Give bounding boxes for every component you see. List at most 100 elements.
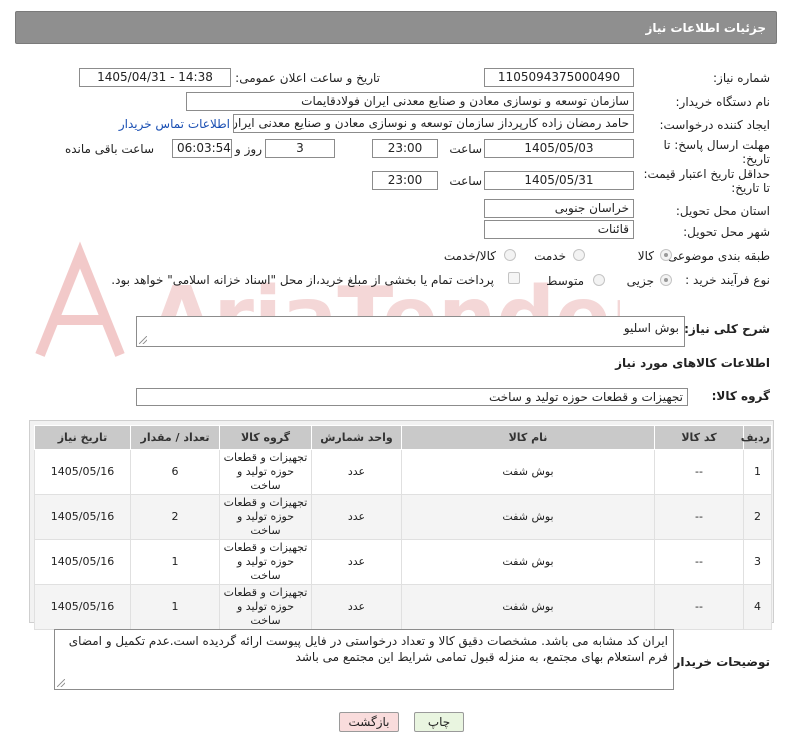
resize-grip-icon[interactable] [57,679,65,687]
deadline-date-field: 1405/05/03 [484,139,634,158]
cell-unit: عدد [311,449,402,495]
cell-qty: 2 [130,494,220,540]
table-row: 1 -- بوش شفت عدد تجهیزات و قطعات حوزه تو… [34,449,772,495]
resize-grip-icon[interactable] [139,336,147,344]
cell-qty: 1 [130,539,220,585]
category-service-radio[interactable] [573,249,585,261]
col-header-group: گروه کالا [219,425,312,450]
buyer-field: سازمان توسعه و نوسازی معادن و صنایع معدن… [186,92,634,111]
cell-group: تجهیزات و قطعات حوزه تولید و ساخت [219,494,312,540]
creator-label: ایجاد کننده درخواست: [659,118,770,132]
back-button[interactable]: بازگشت [339,712,399,732]
col-header-name: نام کالا [401,425,655,450]
min-price-label-1: حداقل تاریخ اعتبار قیمت: [643,167,770,181]
category-both-label: کالا/خدمت [443,249,496,263]
cell-row: 3 [743,539,772,585]
min-price-label-2: تا تاریخ: [731,181,770,195]
days-field: 3 [265,139,335,158]
category-both-radio[interactable] [504,249,516,261]
table-row: 2 -- بوش شفت عدد تجهیزات و قطعات حوزه تو… [34,494,772,540]
category-goods-label: کالا [637,249,654,263]
cell-row: 2 [743,494,772,540]
cell-row: 1 [743,449,772,495]
treasury-note: پرداخت تمام یا بخشی از مبلغ خرید،از محل … [111,273,494,287]
deadline-time-field: 23:00 [372,139,438,158]
goods-table-container: ردیف کد کالا نام کالا واحد شمارش گروه کا… [29,420,774,630]
category-service-label: خدمت [534,249,566,263]
col-header-qty: تعداد / مقدار [130,425,220,450]
cell-code: -- [654,584,744,630]
creator-field: حامد رمضان زاده کارپرداز سازمان توسعه و … [233,114,634,133]
print-button[interactable]: چاپ [414,712,464,732]
process-medium-label: متوسط [546,274,584,288]
buyer-contact-link[interactable]: اطلاعات تماس خریدار [119,117,230,131]
process-medium-radio[interactable] [593,274,605,286]
watermark-logo: AriaTender.neT [35,241,620,365]
table-row: 4 -- بوش شفت عدد تجهیزات و قطعات حوزه تو… [34,584,772,630]
col-header-unit: واحد شمارش [311,425,402,450]
days-label: روز و [235,142,262,156]
cell-date: 1405/05/16 [34,584,131,630]
summary-text: بوش اسلیو [623,321,679,335]
cell-group: تجهیزات و قطعات حوزه تولید و ساخت [219,449,312,495]
cell-group: تجهیزات و قطعات حوزه تولید و ساخت [219,584,312,630]
summary-textarea[interactable]: بوش اسلیو [136,316,685,347]
process-label: نوع فرآیند خرید : [685,273,770,287]
province-label: استان محل تحویل: [675,204,770,218]
col-header-date: تاریخ نیاز [34,425,131,450]
cell-name: بوش شفت [401,449,655,495]
deadline-time-label: ساعت [449,142,482,156]
cell-date: 1405/05/16 [34,494,131,540]
need-number-label: شماره نیاز: [713,71,770,85]
city-label: شهر محل تحویل: [683,225,770,239]
city-field: قائنات [484,220,634,239]
remaining-label: ساعت باقی مانده [64,142,154,156]
buyer-notes-textarea[interactable]: ایران کد مشابه می باشد. مشخصات دقیق کالا… [54,629,674,690]
buyer-notes-label: توضیحات خریدار: [668,655,770,669]
goods-group-field: تجهیزات و قطعات حوزه تولید و ساخت [136,388,688,406]
need-number-field: 1105094375000490 [484,68,634,87]
cell-group: تجهیزات و قطعات حوزه تولید و ساخت [219,539,312,585]
cell-qty: 6 [130,449,220,495]
cell-code: -- [654,449,744,495]
cell-code: -- [654,494,744,540]
buyer-notes-text: ایران کد مشابه می باشد. مشخصات دقیق کالا… [68,634,668,664]
treasury-checkbox[interactable] [508,272,520,284]
cell-row: 4 [743,584,772,630]
table-row: 3 -- بوش شفت عدد تجهیزات و قطعات حوزه تو… [34,539,772,585]
cell-code: -- [654,539,744,585]
cell-unit: عدد [311,539,402,585]
goods-group-label: گروه کالا: [711,389,770,403]
cell-date: 1405/05/16 [34,539,131,585]
category-label: طبقه بندی موضوعی: [663,249,770,263]
category-goods-radio[interactable] [660,249,672,261]
summary-label: شرح کلی نیاز: [684,322,770,336]
cell-name: بوش شفت [401,539,655,585]
goods-info-title: اطلاعات کالاهای مورد نیاز [615,356,770,370]
cell-name: بوش شفت [401,584,655,630]
price-time-field: 23:00 [372,171,438,190]
page-header: جزئیات اطلاعات نیاز [15,11,777,44]
announce-field: 1405/04/31 - 14:38 [79,68,231,87]
col-header-code: کد کالا [654,425,744,450]
col-header-row: ردیف [741,425,772,450]
deadline-label-1: مهلت ارسال پاسخ: تا [663,138,770,152]
process-partial-label: جزیی [626,274,654,288]
process-partial-radio[interactable] [660,274,672,286]
goods-table: ردیف کد کالا نام کالا واحد شمارش گروه کا… [34,425,772,630]
price-time-label: ساعت [449,174,482,188]
deadline-label-2: تاریخ: [742,152,770,166]
need-details-page: AriaTender.neT جزئیات اطلاعات نیاز شماره… [0,0,788,748]
cell-unit: عدد [311,494,402,540]
price-date-field: 1405/05/31 [484,171,634,190]
page-title: جزئیات اطلاعات نیاز [645,21,766,35]
cell-date: 1405/05/16 [34,449,131,495]
cell-name: بوش شفت [401,494,655,540]
table-header-row: ردیف کد کالا نام کالا واحد شمارش گروه کا… [34,425,772,450]
cell-unit: عدد [311,584,402,630]
buyer-label: نام دستگاه خریدار: [675,95,771,109]
province-field: خراسان جنوبی [484,199,634,218]
announce-label: تاریخ و ساعت اعلان عمومی: [235,71,380,85]
cell-qty: 1 [130,584,220,630]
remaining-time-field: 06:03:54 [172,139,232,158]
